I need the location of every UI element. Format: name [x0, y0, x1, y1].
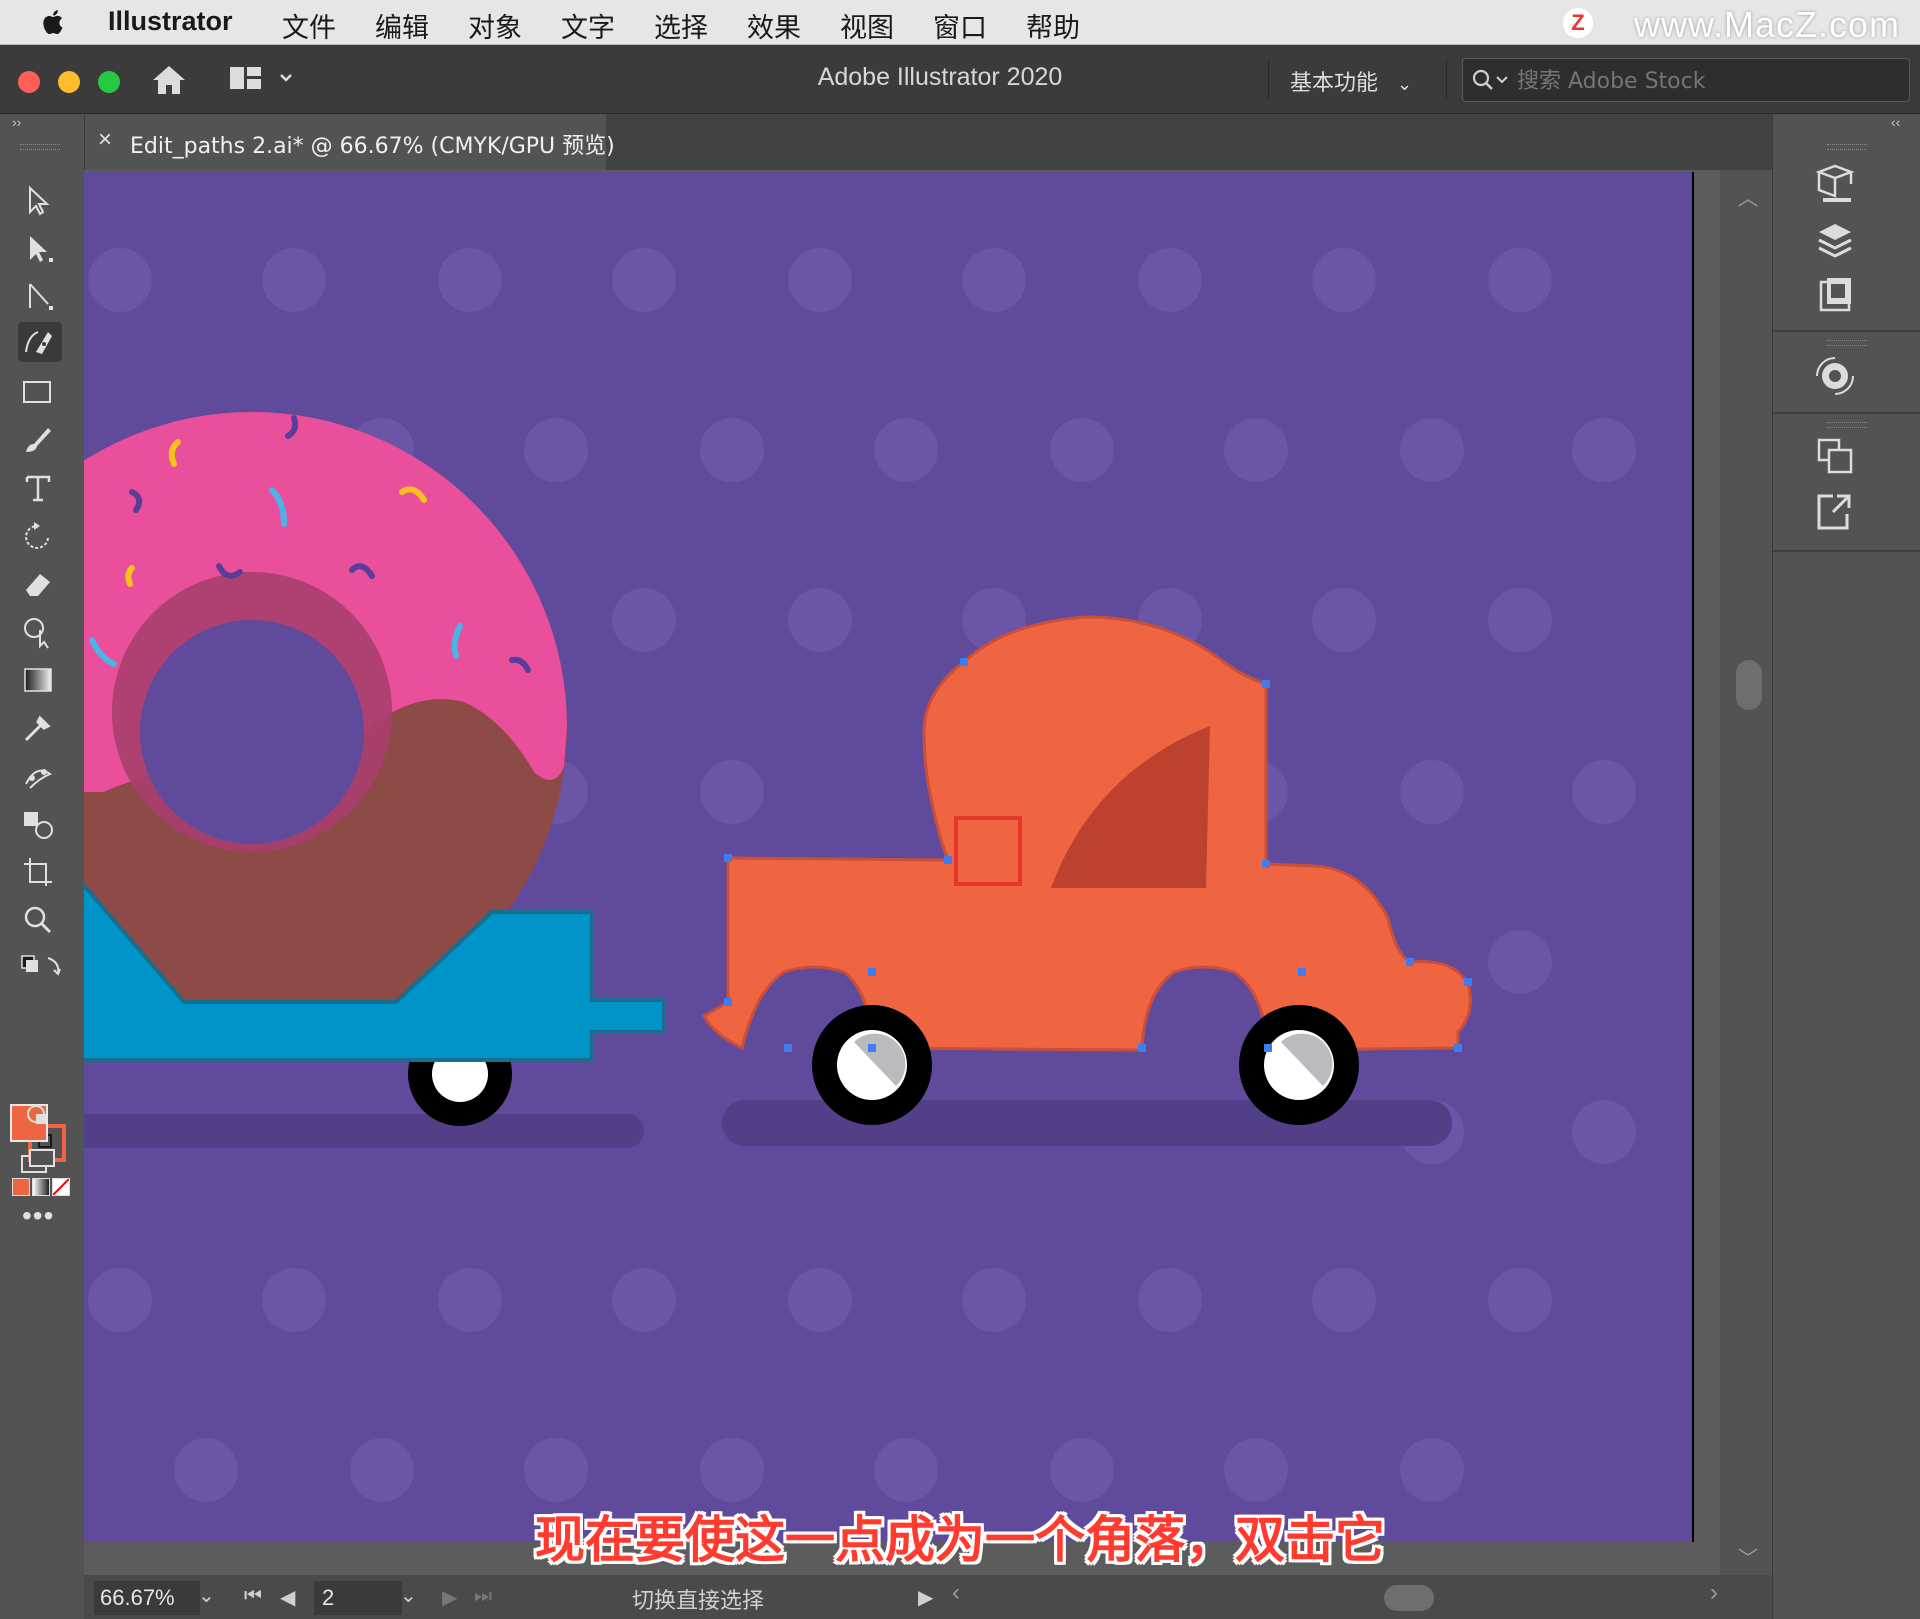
menu-file[interactable]: 文件 [282, 6, 336, 45]
window-title: Adobe Illustrator 2020 [817, 63, 1063, 91]
right-panel-dock: ‹‹ [1772, 114, 1920, 1619]
artboard[interactable] [84, 172, 1692, 1542]
document-tab[interactable]: × Edit_paths 2.ai* @ 66.67% (CMYK/GPU 预览… [84, 114, 615, 170]
status-menu-arrow-icon[interactable]: ▶ [918, 1585, 933, 1610]
close-window-button[interactable] [18, 71, 40, 93]
rectangle-tool-icon[interactable] [18, 372, 62, 412]
type-tool-icon[interactable] [18, 468, 62, 508]
home-icon[interactable] [150, 63, 188, 97]
artboards-panel-icon[interactable] [1811, 272, 1859, 316]
status-bar: 66.67% ⌄ ⏮ ◀ 2 ⌄ ▶ ⏭ 切换直接选择 ▶ ‹ › [84, 1575, 1772, 1619]
artboard-dropdown-icon[interactable]: ⌄ [400, 1583, 417, 1608]
draw-mode-icon[interactable] [18, 1094, 62, 1134]
menu-help[interactable]: 帮助 [1026, 6, 1080, 45]
gradient-tool-icon[interactable] [18, 660, 62, 700]
shape-builder-tool-icon[interactable] [18, 612, 62, 652]
selection-tool-icon[interactable] [18, 180, 62, 220]
panel-grip[interactable] [1827, 340, 1867, 346]
first-artboard-icon[interactable]: ⏮ [244, 1585, 262, 1608]
search-icon [1472, 69, 1508, 90]
menu-bar: Illustrator 文件 编辑 对象 文字 选择 效果 视图 窗口 帮助 Z… [0, 0, 1920, 45]
scroll-up-icon[interactable]: ︿ [1738, 182, 1758, 211]
menu-object[interactable]: 对象 [468, 6, 522, 45]
color-guide-icon[interactable] [1811, 354, 1859, 398]
vertical-scrollbar[interactable]: ︿ ﹀ [1720, 170, 1772, 1575]
watermark-badge: Z [1563, 8, 1593, 38]
group-selection-tool-icon[interactable] [18, 276, 62, 316]
collapse-right-panel-icon[interactable]: ‹‹ [1891, 114, 1900, 130]
close-tab-icon[interactable]: × [98, 126, 112, 154]
menu-select[interactable]: 选择 [654, 6, 708, 45]
menu-effect[interactable]: 效果 [747, 6, 801, 45]
search-input[interactable] [1515, 67, 1899, 95]
blend-tool-icon[interactable] [18, 804, 62, 844]
next-artboard-icon[interactable]: ▶ [442, 1585, 457, 1610]
menu-view[interactable]: 视图 [840, 6, 894, 45]
curvature-pen-tool-icon[interactable] [18, 322, 62, 362]
more-tools-icon[interactable]: ••• [22, 1200, 54, 1232]
chevron-down-icon: ⌄ [1397, 74, 1413, 95]
last-artboard-icon[interactable]: ⏭ [474, 1585, 492, 1608]
vertical-scroll-thumb[interactable] [1736, 660, 1762, 710]
swap-fill-stroke-icon[interactable] [18, 952, 62, 992]
direct-selection-tool-icon[interactable] [18, 228, 62, 268]
stock-search[interactable] [1462, 58, 1910, 102]
artboard-edge [1692, 172, 1694, 1542]
puppet-warp-tool-icon[interactable] [18, 756, 62, 796]
video-caption: 现在要使这一点成为一个角落，双击它 [535, 1511, 1385, 1569]
panel-separator [1773, 412, 1920, 414]
workspace-label: 基本功能 [1290, 71, 1379, 96]
watermark: www.MacZ.com [1633, 4, 1900, 45]
menu-app-name[interactable]: Illustrator [108, 6, 233, 37]
screen-mode-icon[interactable] [18, 1142, 62, 1182]
zoom-tool-icon[interactable] [18, 900, 62, 940]
panel-grip[interactable] [20, 144, 60, 150]
scroll-left-icon[interactable]: ‹ [952, 1579, 960, 1607]
divider [1268, 59, 1269, 99]
panel-grip[interactable] [1827, 144, 1867, 150]
collapse-panel-icon[interactable]: ›› [12, 114, 21, 130]
menu-edit[interactable]: 编辑 [375, 6, 429, 45]
transform-panel-icon[interactable] [1811, 434, 1859, 478]
panel-separator [1773, 330, 1920, 332]
eyedropper-tool-icon[interactable] [18, 708, 62, 748]
panel-separator [1773, 550, 1920, 552]
zoom-level-field[interactable]: 66.67% [94, 1581, 200, 1615]
rotate-tool-icon[interactable] [18, 516, 62, 556]
artboard-number-field[interactable]: 2 [314, 1581, 402, 1615]
divider [1446, 59, 1447, 99]
panel-grip[interactable] [1827, 422, 1867, 428]
minimize-window-button[interactable] [58, 71, 80, 93]
scroll-down-icon[interactable]: ﹀ [1738, 1542, 1758, 1571]
zoom-dropdown-icon[interactable]: ⌄ [198, 1583, 215, 1608]
status-text[interactable]: 切换直接选择 [632, 1583, 764, 1615]
tools-panel: ›› ••• [0, 114, 85, 1619]
previous-artboard-icon[interactable]: ◀ [280, 1585, 295, 1610]
horizontal-scroll-thumb[interactable] [1384, 1585, 1434, 1611]
layers-icon[interactable] [1811, 218, 1859, 262]
document-tab-label: Edit_paths 2.ai* @ 66.67% (CMYK/GPU 预览) [130, 134, 615, 159]
title-bar: Adobe Illustrator 2020 基本功能 ⌄ [0, 45, 1920, 114]
export-icon[interactable] [1811, 490, 1859, 534]
paintbrush-tool-icon[interactable] [18, 420, 62, 460]
scroll-right-icon[interactable]: › [1710, 1579, 1718, 1607]
trailer-shadow [84, 1114, 644, 1148]
apple-icon[interactable] [40, 8, 64, 36]
artwork [84, 248, 1636, 1502]
arrange-documents-icon[interactable] [228, 63, 300, 95]
maximize-window-button[interactable] [98, 71, 120, 93]
eraser-tool-icon[interactable] [18, 564, 62, 604]
menu-window[interactable]: 窗口 [933, 6, 987, 45]
workspace-switcher[interactable]: 基本功能 ⌄ [1290, 65, 1412, 97]
libraries-icon[interactable] [1811, 162, 1859, 206]
menu-type[interactable]: 文字 [561, 6, 615, 45]
artboard-tool-icon[interactable] [18, 852, 62, 892]
